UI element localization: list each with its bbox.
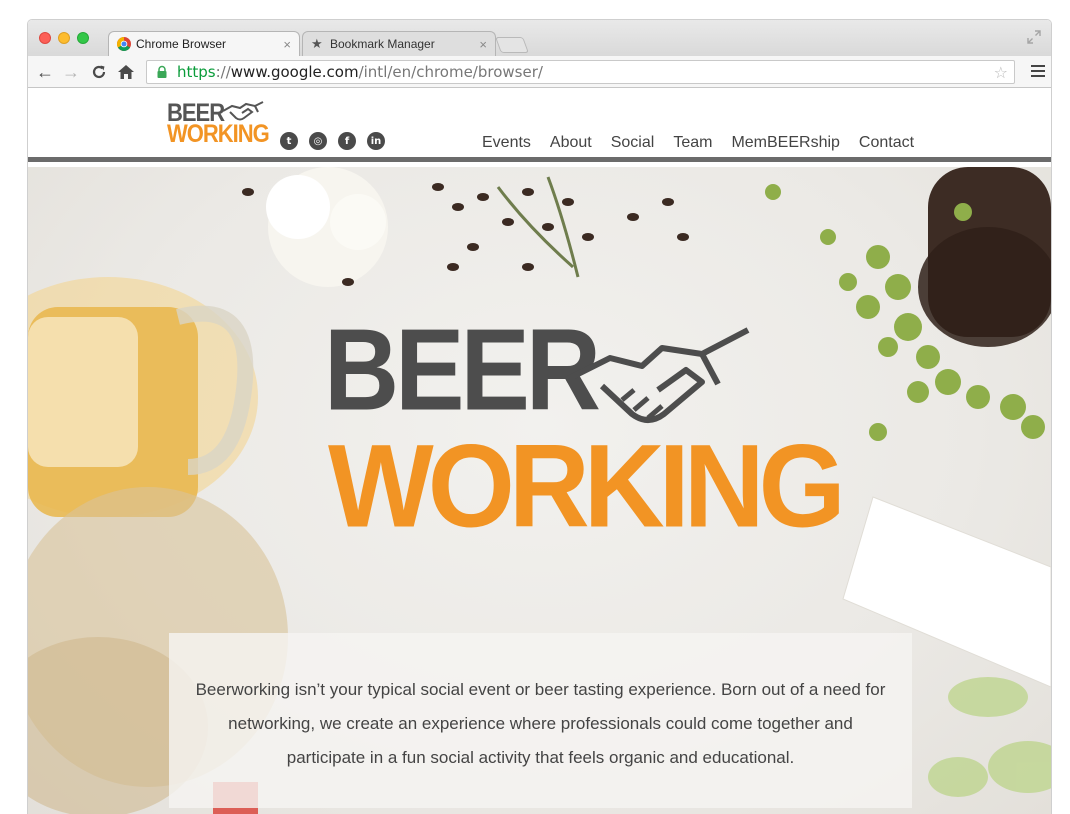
handshake-icon <box>222 101 264 121</box>
back-icon[interactable]: ← <box>35 62 55 82</box>
nav-link-membeership[interactable]: MemBEERship <box>731 134 839 152</box>
logo-working-text: WORKING <box>167 119 270 148</box>
forward-icon[interactable]: → <box>61 62 81 82</box>
tab-close-icon[interactable]: × <box>283 37 291 52</box>
intro-card: Beerworking isn’t your typical social ev… <box>169 633 912 808</box>
new-tab-button[interactable] <box>495 37 529 53</box>
minimize-window-button[interactable] <box>58 32 70 44</box>
tab-title: Bookmark Manager <box>330 37 435 51</box>
zoom-window-button[interactable] <box>77 32 89 44</box>
url-scheme: https <box>177 63 216 81</box>
url-separator: :// <box>215 63 231 81</box>
nav-link-team[interactable]: Team <box>673 134 712 152</box>
hero-logo-beer: BEER <box>324 305 601 436</box>
browser-window: Chrome Browser × ★ Bookmark Manager × ← … <box>28 20 1051 814</box>
social-icons: t ◎ f in <box>280 132 385 150</box>
close-window-button[interactable] <box>39 32 51 44</box>
hero-logo-working: WORKING <box>328 420 846 552</box>
lock-icon <box>157 65 167 78</box>
browser-toolbar: ← → https://www.google.com/intl/en/chrom… <box>28 56 1051 88</box>
tab-chrome-browser[interactable]: Chrome Browser × <box>108 31 300 56</box>
intro-text: Beerworking isn’t your typical social ev… <box>195 680 886 767</box>
bookmark-star-icon[interactable]: ☆ <box>994 63 1008 82</box>
twitter-icon[interactable]: t <box>280 132 298 150</box>
menu-icon[interactable] <box>1031 65 1045 77</box>
chrome-icon <box>117 37 131 51</box>
nav-link-about[interactable]: About <box>550 134 592 152</box>
tab-title: Chrome Browser <box>136 37 227 51</box>
facebook-icon[interactable]: f <box>338 132 356 150</box>
home-icon[interactable] <box>116 62 136 82</box>
star-icon: ★ <box>311 36 323 51</box>
reload-icon[interactable] <box>89 62 109 82</box>
url-path: /intl/en/chrome/browser/ <box>358 63 543 81</box>
nav-link-events[interactable]: Events <box>482 134 531 152</box>
nav-link-contact[interactable]: Contact <box>859 134 914 152</box>
main-nav: Events About Social Team MemBEERship Con… <box>482 134 914 152</box>
site-header: BEER WORKING t ◎ f in Events About Socia… <box>28 88 1051 162</box>
fullscreen-icon[interactable] <box>1027 30 1041 44</box>
hero-section: BEER WORKING Beerworking isn’t your typi… <box>28 167 1051 814</box>
nav-link-social[interactable]: Social <box>611 134 655 152</box>
tab-bookmark-manager[interactable]: ★ Bookmark Manager × <box>302 31 496 56</box>
url-host: www.google.com <box>230 63 359 81</box>
tab-close-icon[interactable]: × <box>479 37 487 52</box>
instagram-icon[interactable]: ◎ <box>309 132 327 150</box>
linkedin-icon[interactable]: in <box>367 132 385 150</box>
hero-logo: BEER WORKING <box>324 305 846 552</box>
handshake-icon <box>564 327 750 423</box>
tab-strip: Chrome Browser × ★ Bookmark Manager × <box>28 20 1051 56</box>
site-logo[interactable]: BEER WORKING <box>167 98 270 158</box>
address-bar[interactable]: https://www.google.com/intl/en/chrome/br… <box>146 60 1015 84</box>
